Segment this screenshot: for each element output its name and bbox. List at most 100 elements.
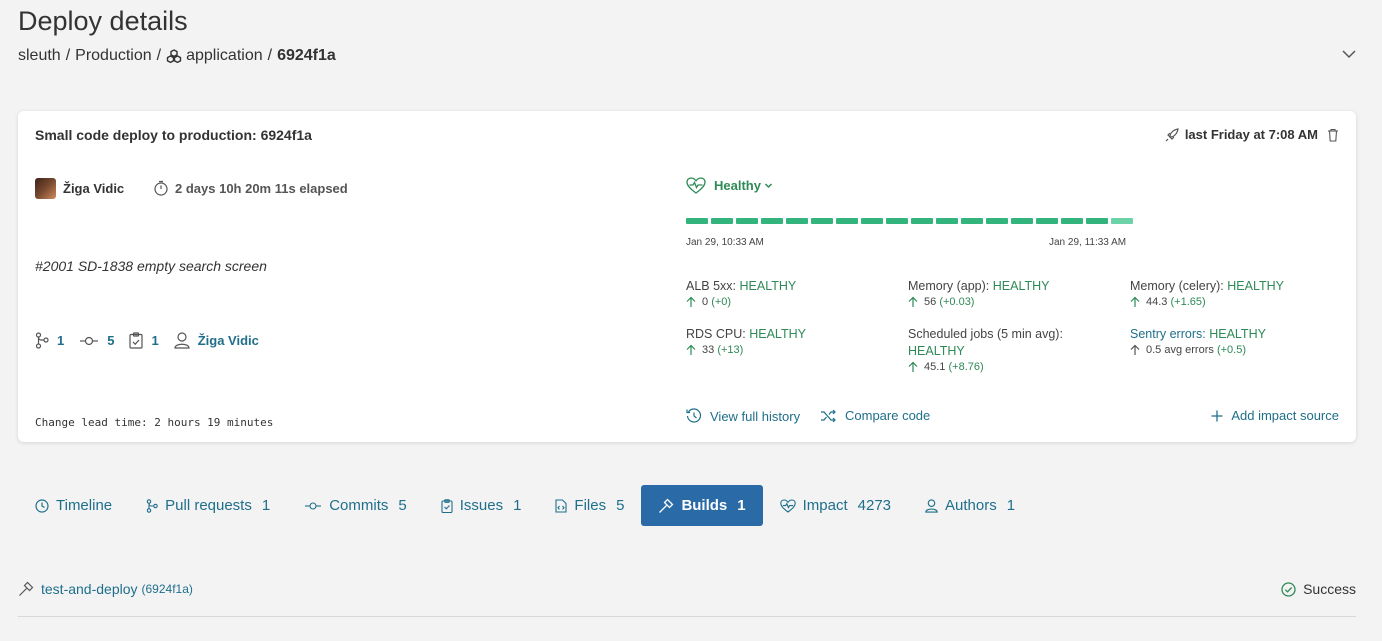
deploy-time: last Friday at 7:08 AM xyxy=(1165,127,1339,142)
health-timeline xyxy=(686,218,1133,224)
arrow-up-icon xyxy=(1130,344,1140,356)
author-link[interactable]: Žiga Vidic xyxy=(198,333,259,348)
tab-count: 1 xyxy=(513,497,522,514)
tab-commits[interactable]: Commits 5 xyxy=(287,485,424,526)
tab-timeline[interactable]: Timeline xyxy=(18,485,129,526)
tab-label: Commits xyxy=(329,497,389,514)
health-bar[interactable] xyxy=(1036,218,1058,224)
health-bar[interactable] xyxy=(861,218,883,224)
history-icon xyxy=(686,408,702,424)
add-impact-source-label: Add impact source xyxy=(1231,408,1339,423)
breadcrumb-separator: / xyxy=(156,47,162,64)
health-bar[interactable] xyxy=(786,218,808,224)
deploy-time-text: last Friday at 7:08 AM xyxy=(1184,127,1318,142)
deploy-counts: 1 5 1 Žiga Vidic xyxy=(35,332,274,349)
health-bar[interactable] xyxy=(911,218,933,224)
metric-memory-app: Memory (app): HEALTHY 56 (+0.03) xyxy=(908,278,1108,308)
health-bar[interactable] xyxy=(811,218,833,224)
user-icon xyxy=(925,498,938,513)
pull-request-icon xyxy=(35,332,49,349)
metric-sentry-errors: Sentry errors: HEALTHY 0.5 avg errors (+… xyxy=(1130,326,1330,356)
author-count[interactable]: Žiga Vidic xyxy=(174,332,259,349)
breadcrumb-project[interactable]: application xyxy=(186,47,263,65)
build-status: Success xyxy=(1281,581,1356,597)
tab-impact[interactable]: Impact 4273 xyxy=(763,485,908,526)
health-bar[interactable] xyxy=(1061,218,1083,224)
issue-count[interactable]: 1 xyxy=(129,332,159,349)
metric-status: HEALTHY xyxy=(749,327,806,341)
metric-delta: (+1.65) xyxy=(1170,296,1206,308)
deploy-tabs: Timeline Pull requests 1 Commits 5 Issue… xyxy=(18,485,1032,526)
author-name: Žiga Vidic xyxy=(63,181,125,196)
metric-alb-5xx: ALB 5xx: HEALTHY 0 (+0) xyxy=(686,278,886,308)
health-bar[interactable] xyxy=(1011,218,1033,224)
clock-icon xyxy=(35,498,49,513)
metric-value: 33 xyxy=(702,344,715,356)
health-bar[interactable] xyxy=(1086,218,1108,224)
health-bar[interactable] xyxy=(761,218,783,224)
chevron-down-icon[interactable] xyxy=(1341,46,1359,64)
build-sha: (6924f1a) xyxy=(141,582,193,596)
health-bar[interactable] xyxy=(961,218,983,224)
metric-value: 45.1 xyxy=(924,361,946,373)
compare-code-link[interactable]: Compare code xyxy=(820,408,930,423)
timeline-end-label: Jan 29, 11:33 AM xyxy=(1049,237,1127,248)
commit-icon xyxy=(304,501,322,511)
add-impact-source-link[interactable]: Add impact source xyxy=(1211,408,1339,423)
health-bar[interactable] xyxy=(886,218,908,224)
metric-name: ALB 5xx: xyxy=(686,279,737,293)
metric-delta: (+8.76) xyxy=(948,361,984,373)
clipboard-check-icon xyxy=(441,498,453,513)
metric-name-link[interactable]: Sentry errors: xyxy=(1130,327,1206,341)
health-bar[interactable] xyxy=(686,218,708,224)
tab-count: 1 xyxy=(1006,497,1016,514)
tab-authors[interactable]: Authors 1 xyxy=(908,485,1032,526)
commit-count[interactable]: 5 xyxy=(79,333,114,348)
health-bar[interactable] xyxy=(736,218,758,224)
metric-memory-celery: Memory (celery): HEALTHY 44.3 (+1.65) xyxy=(1130,278,1330,308)
build-name-link[interactable]: test-and-deploy xyxy=(41,581,138,597)
tab-label: Authors xyxy=(945,497,997,514)
breadcrumb-separator: / xyxy=(65,47,71,64)
arrow-up-icon xyxy=(686,344,696,356)
trash-icon[interactable] xyxy=(1327,128,1339,142)
tab-label: Pull requests xyxy=(165,497,252,514)
view-full-history-link[interactable]: View full history xyxy=(686,408,800,424)
metric-value: 0.5 avg errors xyxy=(1146,344,1214,356)
pull-request-icon xyxy=(146,498,158,513)
avatar xyxy=(35,178,56,199)
metric-delta: (+0.5) xyxy=(1216,344,1246,356)
health-bar[interactable] xyxy=(711,218,733,224)
health-bar[interactable] xyxy=(936,218,958,224)
tab-label: Files xyxy=(574,497,607,514)
stopwatch-icon xyxy=(153,180,169,196)
metric-name: Memory (celery): xyxy=(1130,279,1224,293)
timeline-start-label: Jan 29, 10:33 AM xyxy=(686,237,764,248)
commit-count-value: 5 xyxy=(107,333,115,348)
health-bar[interactable] xyxy=(836,218,858,224)
build-status-text: Success xyxy=(1303,581,1356,597)
deploy-description: #2001 SD-1838 empty search screen xyxy=(35,258,267,274)
health-status-dropdown[interactable]: Healthy xyxy=(686,177,773,194)
metric-status: HEALTHY xyxy=(1209,327,1266,341)
tab-label: Impact xyxy=(802,497,848,514)
tab-builds[interactable]: Builds 1 xyxy=(641,485,763,526)
tab-issues[interactable]: Issues 1 xyxy=(424,485,539,526)
breadcrumb-org[interactable]: sleuth xyxy=(18,47,61,65)
metric-status: HEALTHY xyxy=(992,279,1050,293)
breadcrumb-environment[interactable]: Production xyxy=(75,47,152,65)
tab-count: 4273 xyxy=(857,497,892,514)
health-bar[interactable] xyxy=(986,218,1008,224)
metric-delta: (+0) xyxy=(711,296,732,308)
health-bar[interactable] xyxy=(1111,218,1133,224)
issue-count-value: 1 xyxy=(151,333,159,348)
metric-scheduled-jobs: Scheduled jobs (5 min avg): HEALTHY 45.1 … xyxy=(908,326,1078,373)
arrow-up-icon xyxy=(686,296,696,308)
tab-files[interactable]: Files 5 xyxy=(538,485,641,526)
shuffle-icon xyxy=(820,409,837,423)
chevron-down-icon xyxy=(764,181,773,190)
tab-pull-requests[interactable]: Pull requests 1 xyxy=(129,485,287,526)
pull-request-count[interactable]: 1 xyxy=(35,332,64,349)
check-circle-icon xyxy=(1281,581,1296,597)
compare-code-label: Compare code xyxy=(845,408,931,423)
